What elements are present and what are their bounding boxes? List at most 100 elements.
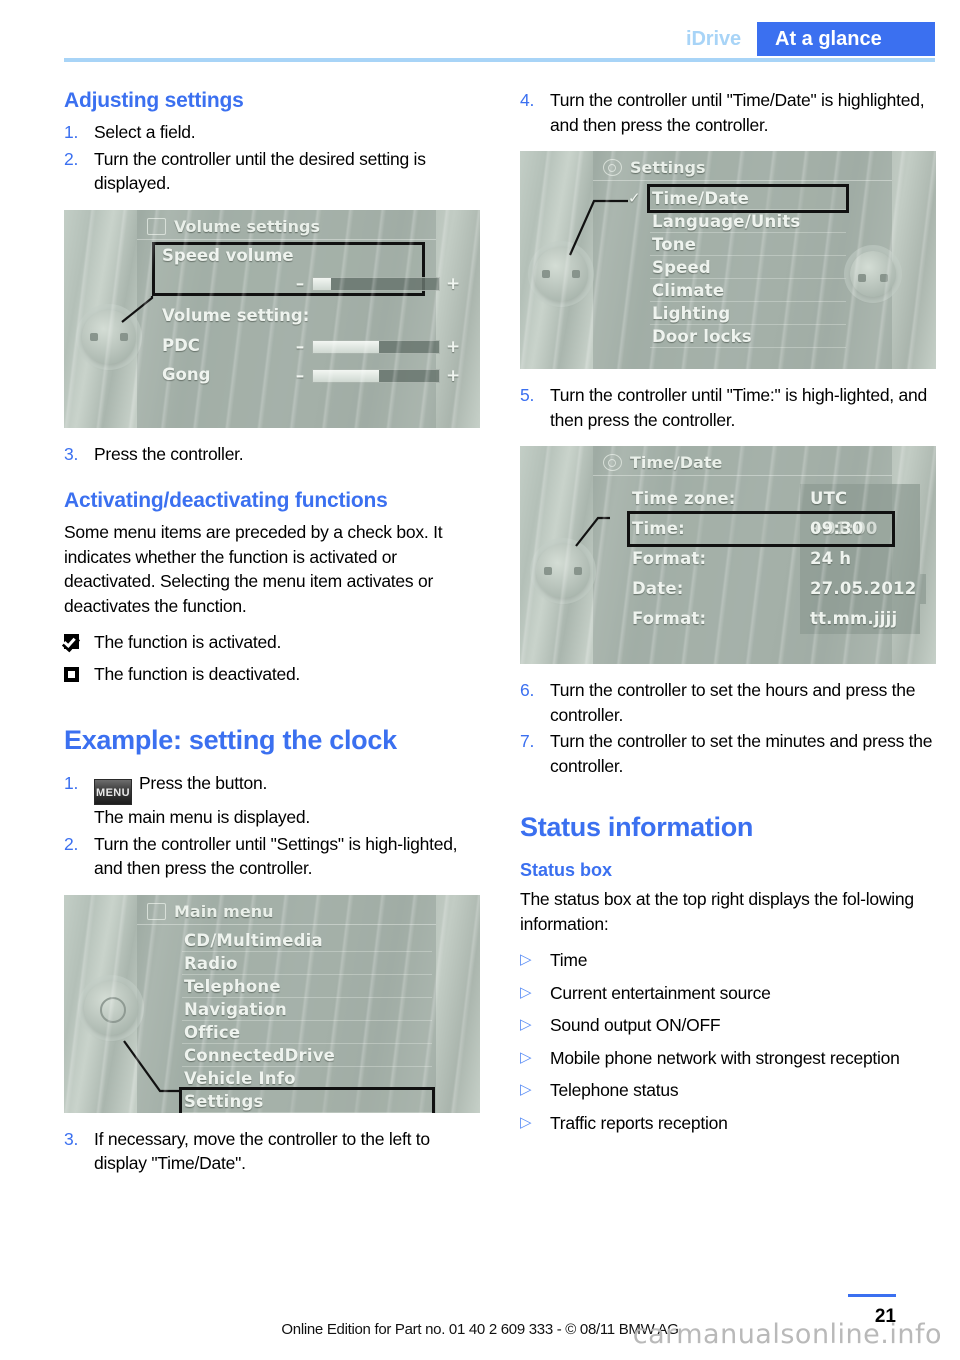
main-menu-item-selected: Settings xyxy=(179,1086,435,1113)
triangle-bullet-icon: ▷ xyxy=(520,1048,532,1066)
menu-list-icon xyxy=(147,902,166,920)
row-label: Time: xyxy=(632,519,685,538)
step-text: If necessary, move the controller to the… xyxy=(94,1128,430,1174)
slider-track xyxy=(312,339,440,354)
step-text: MENU Press the button. The main menu is d… xyxy=(94,771,480,830)
step-text: Turn the controller to set the hours and… xyxy=(550,680,916,725)
header-breadcrumb: iDrive At a glance xyxy=(676,22,935,56)
controller-knob-illustration xyxy=(84,980,138,1035)
step-item: 2. Turn the controller until the desired… xyxy=(64,147,480,196)
checkbox-activated-line: The function is activated. xyxy=(64,630,480,655)
gong-label: Gong xyxy=(162,364,211,384)
header-divider xyxy=(64,58,935,62)
figure-titlebar: Settings xyxy=(593,155,892,181)
bullet-text: Mobile phone network with strongest rece… xyxy=(550,1047,900,1068)
minus-icon: – xyxy=(295,336,305,357)
step-item: 5. Turn the controller until "Time:" is … xyxy=(520,383,936,432)
step-item: 6. Turn the controller to set the hours … xyxy=(520,678,936,727)
volume-setting-section-label: Volume setting: xyxy=(162,305,310,325)
checkbox-unchecked-icon xyxy=(64,662,94,686)
bullet-item: ▷ Sound output ON/OFF xyxy=(520,1013,936,1038)
step-number: 1. xyxy=(64,122,79,142)
clock-icon xyxy=(603,454,622,471)
gong-slider: – + xyxy=(294,366,474,386)
settings-menu-list: ✓ Time/Date Language/Units Tone Speed Cl… xyxy=(628,184,849,348)
left-column: Adjusting settings 1. Select a field. 2.… xyxy=(64,88,480,1178)
checkbox-checked-icon xyxy=(64,630,94,654)
checkbox-deactivated-label: The function is deactivated. xyxy=(94,663,301,684)
row-label: Format: xyxy=(632,549,707,568)
step-number: 2. xyxy=(64,833,79,854)
figure-title: Time/Date xyxy=(630,453,723,472)
plus-icon: + xyxy=(446,336,461,357)
step-text: Turn the controller until "Time/Date" is… xyxy=(550,90,925,135)
triangle-bullet-icon: ▷ xyxy=(520,1016,532,1033)
speaker-icon xyxy=(147,217,166,235)
step-number: 7. xyxy=(520,731,535,751)
header-section-label: At a glance xyxy=(757,22,935,56)
figure-titlebar: Main menu xyxy=(137,899,436,925)
bullet-item: ▷ Current entertainment source xyxy=(520,981,936,1006)
bullet-text: Time xyxy=(550,950,588,970)
row-value: tt.mm.jjjj xyxy=(800,604,920,634)
minus-icon: – xyxy=(295,273,305,294)
time-date-figure: Time/Date Time zone: UTC +01:00 Time: 09… xyxy=(520,446,936,664)
settings-menu-item: Tone xyxy=(650,233,846,256)
step-text: Select a field. xyxy=(94,122,196,142)
speed-volume-label: Speed volume xyxy=(162,245,294,265)
step-number: 6. xyxy=(520,680,535,700)
step-item: 1. Select a field. xyxy=(64,120,480,145)
step-number: 3. xyxy=(64,443,79,464)
row-value: 27.05.2012 xyxy=(800,574,927,604)
header-chapter-label: iDrive xyxy=(686,28,741,50)
controller-knob-illustration xyxy=(536,544,590,598)
row-label: Date: xyxy=(632,579,684,598)
step-item: 3. Press the controller. xyxy=(64,442,480,467)
step-number: 5. xyxy=(520,385,535,405)
time-date-row: Format: tt.mm.jjjj xyxy=(630,604,920,634)
step-number: 4. xyxy=(520,90,535,110)
step-item: 2. Turn the controller until "Settings" … xyxy=(64,832,480,881)
step1-subtext: The main menu is displayed. xyxy=(94,807,310,827)
bullet-text: Telephone status xyxy=(550,1080,679,1100)
step-text: Turn the controller to set the minutes a… xyxy=(550,731,933,776)
controller-knob-illustration xyxy=(82,309,136,364)
time-date-row: Format: 24 h xyxy=(630,544,920,574)
figure-titlebar: Volume settings xyxy=(137,214,436,240)
bullet-item: ▷ Telephone status xyxy=(520,1078,936,1103)
bullet-text: Traffic reports reception xyxy=(550,1112,728,1133)
speed-volume-slider: – + xyxy=(294,274,474,294)
main-menu-item: Telephone xyxy=(182,975,432,998)
slider-track xyxy=(312,276,440,291)
step-text: Turn the controller until "Settings" is … xyxy=(94,833,458,879)
main-menu-figure: Main menu CD/Multimedia Radio Telephone … xyxy=(64,894,480,1113)
step-number: 2. xyxy=(64,148,79,169)
controller-knob-illustration xyxy=(534,247,588,301)
step-text: Turn the controller until "Time:" is hig… xyxy=(550,385,927,430)
plus-icon: + xyxy=(446,365,461,386)
figure-titlebar: Time/Date xyxy=(593,450,892,476)
bullet-item: ▷ Time xyxy=(520,948,936,973)
checkbox-deactivated-line: The function is deactivated. xyxy=(64,662,480,687)
figure-title: Main menu xyxy=(174,901,274,921)
row-value: 09:30 xyxy=(810,519,864,538)
time-date-list: Time zone: UTC +01:00 Time: 09:30 Format… xyxy=(627,484,927,634)
step-number: 3. xyxy=(64,1128,79,1149)
step1-text: Press the button. xyxy=(139,773,268,793)
settings-menu-item-label: Time/Date xyxy=(652,189,750,208)
bullet-item: ▷ Mobile phone network with strongest re… xyxy=(520,1046,936,1071)
triangle-bullet-icon: ▷ xyxy=(520,1081,532,1098)
check-icon: ✓ xyxy=(628,189,641,207)
settings-menu-figure: Settings ✓ Time/Date Language/Units Tone… xyxy=(520,151,936,369)
gear-icon xyxy=(603,159,622,176)
figure-title: Volume settings xyxy=(174,216,320,236)
settings-menu-item: Language/Units xyxy=(650,210,846,233)
step-item: 3. If necessary, move the controller to … xyxy=(64,1127,480,1176)
main-menu-item: Radio xyxy=(182,952,432,975)
main-menu-item: Vehicle Info xyxy=(182,1067,432,1090)
time-date-row-selected: Time: 09:30 xyxy=(627,511,895,547)
pdc-label: PDC xyxy=(162,335,200,355)
triangle-bullet-icon: ▷ xyxy=(520,983,532,1001)
row-label: Format: xyxy=(632,609,707,628)
footer-divider xyxy=(848,1294,896,1297)
